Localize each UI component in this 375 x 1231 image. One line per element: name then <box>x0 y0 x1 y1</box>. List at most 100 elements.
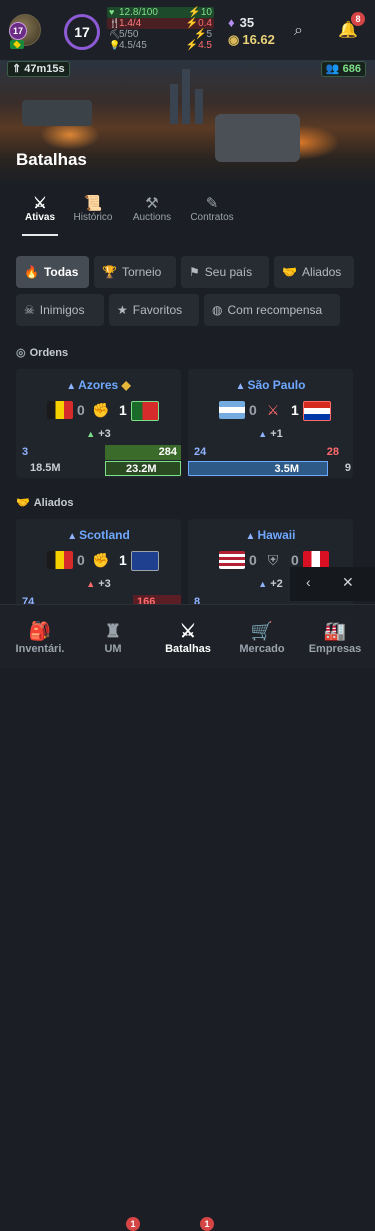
handshake-icon: 🤝 <box>282 265 297 279</box>
top-bar: 17 17 ♥ 12.8/100 ⚡10 🍴1.4/4 ⚡0.4 ⛏5/50 ⚡5… <box>0 0 375 60</box>
filter-inimigos[interactable]: ☠ Inimigos <box>16 294 104 326</box>
city-tower <box>182 69 190 124</box>
brazil-flag-icon <box>10 40 24 49</box>
battle-bonus: ▲ +3 <box>86 428 111 440</box>
tank-image <box>22 100 92 126</box>
nav-mercado[interactable]: 🛒 Mercado <box>234 619 290 655</box>
contract-icon: ✎ <box>205 195 219 212</box>
soldier-count-row: 24 28 <box>194 446 339 458</box>
battle-card-sao-paulo[interactable]: ▲ São Paulo 0 ⚔ 1 ▲ +1 24 28 3.5M 9 <box>188 369 353 478</box>
online-players-badge[interactable]: 👥 686 <box>320 61 366 77</box>
player-stats[interactable]: ♥ 12.8/100 ⚡10 🍴1.4/4 ⚡0.4 ⛏5/50 ⚡5 💡4.5/… <box>107 7 214 51</box>
right-damage-bar: 23.2M <box>105 461 181 476</box>
battle-bonus: ▲ +1 <box>258 428 283 440</box>
battle-card-scotland[interactable]: ▲ Scotland 0 ✊ 1 ▲ +3 74 166 <box>16 519 181 609</box>
rank-up-icon: ▲ <box>245 531 256 542</box>
shield-icon: ⛨ <box>267 552 279 568</box>
tab-auctions[interactable]: ⚒ Auctions <box>128 195 176 223</box>
battle-name: ▲ Scotland <box>67 528 130 542</box>
battle-sides: 0 ⚔ 1 <box>188 401 353 421</box>
fire-icon: 🔥 <box>24 265 39 279</box>
section-ordens: ◎ Ordens <box>16 347 69 359</box>
player-level-badge: 17 <box>9 22 27 40</box>
portugal-flag-icon <box>131 401 159 421</box>
filter-favoritos[interactable]: ★ Favoritos <box>109 294 199 326</box>
gavel-icon: ⚒ <box>145 195 159 212</box>
sword-icon: ⚔ <box>266 402 280 418</box>
tab-historico[interactable]: 📜 Histórico <box>68 195 118 223</box>
fist-icon: ✊ <box>92 402 110 418</box>
battle-bars: 24 28 3.5M 9 <box>188 445 353 478</box>
fist-icon: ✊ <box>92 552 110 568</box>
right-side-bar: 284 <box>105 445 181 460</box>
tab-contratos[interactable]: ✎ Contratos <box>186 195 238 223</box>
nav-inventario[interactable]: 🎒 Inventári. <box>8 619 72 655</box>
regen-icon: ⚡ <box>188 7 201 18</box>
nav-um[interactable]: ♜ UM <box>92 619 134 655</box>
city-tower <box>170 84 178 124</box>
bottom-nav: 🎒 Inventári. ♜ UM 1 ⚔ Batalhas 1 🛒 Mercado 🏭… <box>0 604 375 1231</box>
rank-up-icon: ▲ <box>67 531 78 542</box>
regen-icon: ⚡ <box>185 40 199 51</box>
pickaxe-icon: ⛏ <box>109 29 121 39</box>
close-icon[interactable]: ✕ <box>342 574 354 591</box>
reward-icon: ◍ <box>212 303 223 317</box>
trophy-icon: 🏆 <box>102 265 117 279</box>
chevron-left-icon[interactable]: ‹ <box>306 574 311 590</box>
filter-todas[interactable]: 🔥 Todas <box>16 256 89 288</box>
battle-sides: 0 ✊ 1 <box>16 551 181 571</box>
battle-bars: 3 284 18.5M 23.2M <box>16 445 181 478</box>
energy-stat: ⛏5/50 ⚡5 <box>109 29 212 40</box>
work-stat: 💡4.5/45 ⚡4.5 <box>109 40 212 51</box>
rank-up-icon: ▲ <box>66 381 77 392</box>
left-damage-bar: 3.5M <box>188 461 328 476</box>
rank-up-icon: ▲ <box>235 381 246 392</box>
timer-badge: ⇑ 47m15s <box>7 61 70 77</box>
notification-badge: 8 <box>351 12 365 26</box>
armored-vehicle-image <box>215 114 300 162</box>
factory-icon: 🏭 <box>323 621 347 641</box>
battle-name: ▲ Azores ◆ <box>66 378 131 392</box>
heart-icon: ♥ <box>109 7 115 17</box>
paraguay-flag-icon <box>303 401 331 421</box>
currency-panel[interactable]: ♦ 35 ◉ 16.62 <box>228 14 275 48</box>
nav-empresas[interactable]: 🏭 Empresas <box>304 619 366 655</box>
battle-sides: 0 ✊ 1 <box>16 401 181 421</box>
level-ring[interactable]: 17 <box>64 14 100 50</box>
tower-icon: ♜ <box>104 621 122 641</box>
crossed-swords-icon: ⚔ <box>33 195 47 212</box>
health-stat: ♥ 12.8/100 ⚡10 <box>107 7 214 18</box>
coin-icon: ◉ <box>228 32 240 47</box>
bulb-icon: 💡 <box>109 40 121 50</box>
city-tower <box>195 89 203 124</box>
food-stat: 🍴1.4/4 ⚡0.4 <box>107 18 214 29</box>
nav-batalhas-badge: 1 <box>200 1217 214 1231</box>
damage-row: 3.5M 9 <box>188 461 353 476</box>
nav-batalhas[interactable]: ⚔ Batalhas <box>160 619 216 655</box>
damage-row: 18.5M 23.2M <box>16 461 181 476</box>
target-icon: ◎ <box>16 347 26 359</box>
battle-tabs: ⚔ Ativas 📜 Histórico ⚒ Auctions ✎ Contratos <box>0 195 375 236</box>
battle-name: ▲ Hawaii <box>245 528 296 542</box>
tab-ativas[interactable]: ⚔ Ativas <box>22 195 58 236</box>
filter-aliados[interactable]: 🤝 Aliados <box>274 256 354 288</box>
belgium-flag-icon <box>47 551 73 569</box>
page-title: Batalhas <box>16 150 87 169</box>
filter-torneio[interactable]: 🏆 Torneio <box>94 256 176 288</box>
search-icon[interactable]: ⌕ <box>294 22 303 40</box>
soldier-count-row: 3 284 <box>16 445 181 460</box>
regen-icon: ⚡ <box>193 29 207 40</box>
cart-icon: 🛒 <box>250 621 274 641</box>
handshake-icon: 🤝 <box>16 497 30 509</box>
battle-card-azores[interactable]: ▲ Azores ◆ 0 ✊ 1 ▲ +3 3 284 18.5M 23.2M <box>16 369 181 478</box>
filter-com-recompensa[interactable]: ◍ Com recompensa <box>204 294 340 326</box>
people-icon: 👥 <box>325 63 343 75</box>
flag-icon: ⚑ <box>189 265 200 279</box>
usa-flag-icon <box>219 551 245 569</box>
food-icon: 🍴 <box>109 18 121 28</box>
filter-seu-pais[interactable]: ⚑ Seu país <box>181 256 269 288</box>
skull-icon: ☠ <box>24 303 35 317</box>
section-aliados: 🤝 Aliados <box>16 497 74 509</box>
crossed-swords-icon: ⚔ <box>179 621 197 641</box>
battle-bonus: ▲ +3 <box>86 578 111 590</box>
